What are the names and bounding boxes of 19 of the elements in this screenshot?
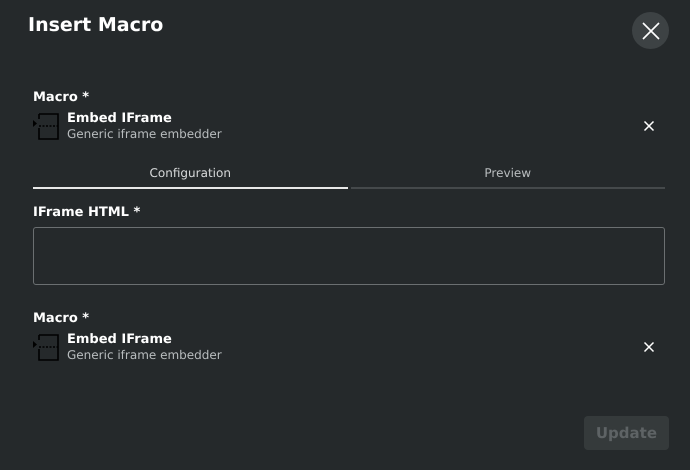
macro-name: Embed IFrame [67,111,173,126]
macro-description: Generic iframe embedder [67,127,223,141]
tab[interactable]: Configuration [33,161,348,189]
field-label: Macro * [33,90,90,105]
close-icon [642,22,660,40]
field-label: Macro * [33,311,90,326]
iframe-icon [33,112,59,140]
dialog-title: Insert Macro [28,14,164,36]
field-label: IFrame HTML * [33,205,142,220]
macro-description: Generic iframe embedder [67,348,223,362]
close-button[interactable] [632,12,669,49]
macro-name: Embed IFrame [67,332,173,347]
tab[interactable]: Preview [350,161,665,189]
remove-button[interactable] [643,120,655,132]
close-icon [643,120,655,132]
iframe-icon [33,334,59,360]
remove-button[interactable] [643,341,655,353]
input-field[interactable] [33,227,665,285]
close-icon [643,341,655,353]
